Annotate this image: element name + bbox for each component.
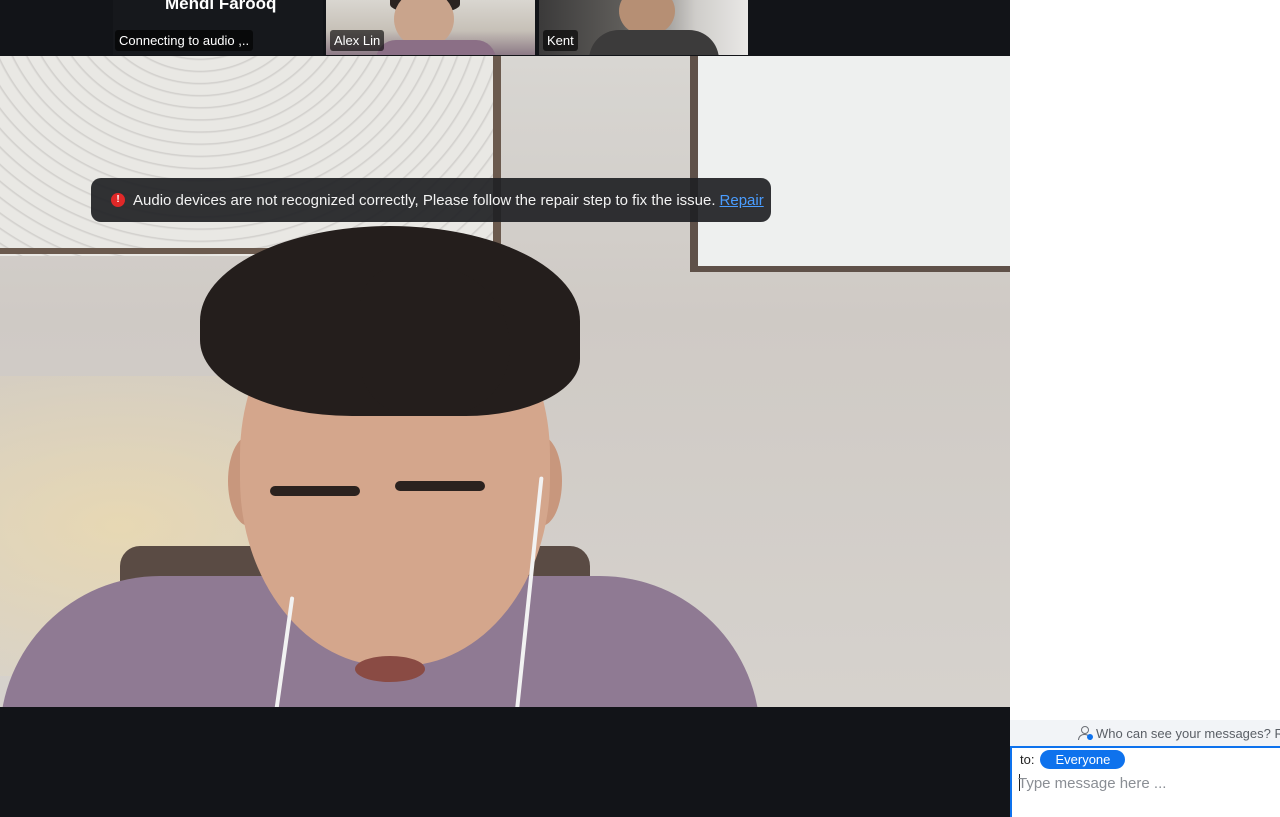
video-frame-edge xyxy=(493,56,501,256)
participant-name-tag: Kent xyxy=(543,30,578,51)
video-person-brow xyxy=(270,486,360,496)
meeting-window: Mehdi Farooq Connecting to audio ,.. Ale… xyxy=(0,0,1280,817)
to-label: to: xyxy=(1020,751,1035,767)
repair-link[interactable]: Repair xyxy=(720,192,764,209)
chat-compose-box: to: Everyone xyxy=(1010,746,1280,817)
video-area: Mehdi Farooq Connecting to audio ,.. Ale… xyxy=(0,0,1010,817)
warning-message: Audio devices are not recognized correct… xyxy=(133,191,716,209)
chat-panel: Who can see your messages? Re to: Everyo… xyxy=(1010,0,1280,817)
video-whiteboard xyxy=(690,56,1010,272)
video-person-brow xyxy=(395,481,485,491)
active-speaker-video[interactable] xyxy=(0,56,1010,707)
audio-device-warning-toast: ! Audio devices are not recognized corre… xyxy=(91,178,771,222)
participant-name-tag: Alex Lin xyxy=(330,30,385,51)
participant-name-large: Mehdi Farooq xyxy=(165,0,277,13)
recipient-dropdown[interactable]: Everyone xyxy=(1040,749,1126,769)
video-shirt xyxy=(589,30,719,55)
participant-thumbnail-strip: Mehdi Farooq Connecting to audio ,.. Ale… xyxy=(0,0,1010,55)
audio-status-label: Connecting to audio ,.. xyxy=(115,30,254,51)
participant-tile-self[interactable]: Mehdi Farooq Connecting to audio ,.. xyxy=(113,0,323,55)
recipient-row: to: Everyone xyxy=(1020,749,1126,769)
chat-message-input[interactable] xyxy=(1018,770,1268,796)
video-shirt xyxy=(376,40,496,55)
icon-part xyxy=(1087,734,1093,740)
icon-part xyxy=(1081,726,1089,734)
video-person-mouth xyxy=(355,656,425,682)
participant-tile-2[interactable]: Kent xyxy=(539,0,748,55)
person-info-icon xyxy=(1078,726,1093,740)
participant-tile-1[interactable]: Alex Lin xyxy=(326,0,535,55)
video-background-art xyxy=(0,56,500,256)
message-visibility-info[interactable]: Who can see your messages? Re xyxy=(1010,720,1280,746)
visibility-text: Who can see your messages? Re xyxy=(1096,725,1280,741)
alert-icon: ! xyxy=(111,193,125,207)
